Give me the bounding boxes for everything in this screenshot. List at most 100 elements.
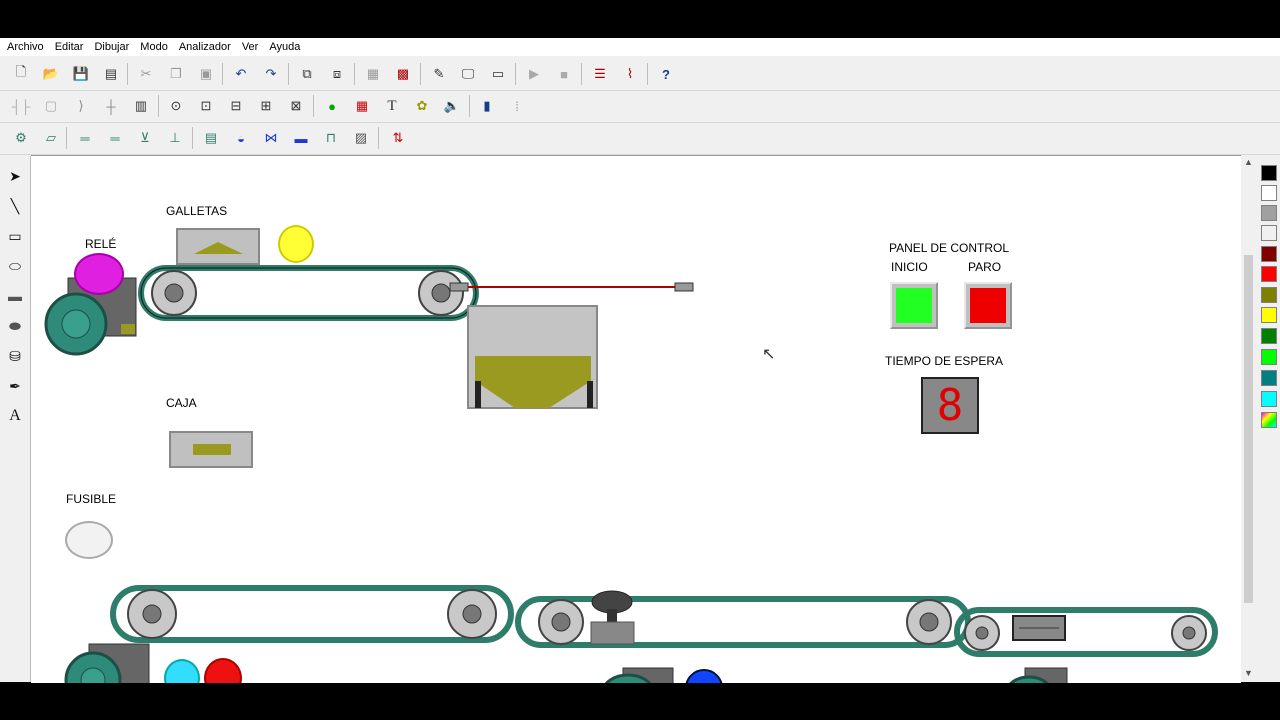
picker-tool-icon[interactable]: ✒ xyxy=(3,374,27,398)
cross-icon[interactable]: ┼ xyxy=(100,95,122,117)
grid-icon[interactable]: ▦ xyxy=(362,63,384,85)
sound-icon[interactable]: ✿ xyxy=(411,95,433,117)
menu-dibujar[interactable]: Dibujar xyxy=(90,41,133,53)
coil-icon[interactable]: ▢ xyxy=(40,95,62,117)
redo-icon[interactable]: ↷ xyxy=(260,63,282,85)
swatch-yellow[interactable] xyxy=(1261,307,1277,323)
clear-grid-icon[interactable]: ▩ xyxy=(392,63,414,85)
group-icon[interactable]: ⧉ xyxy=(296,63,318,85)
swatch-olive[interactable] xyxy=(1261,287,1277,303)
scroll-down-icon[interactable]: ▼ xyxy=(1244,668,1253,678)
menu-modo[interactable]: Modo xyxy=(136,41,172,53)
swatch-lime[interactable] xyxy=(1261,349,1277,365)
swatch-red[interactable] xyxy=(1261,266,1277,282)
belt2-icon[interactable]: ═ xyxy=(104,127,126,149)
gate-icon[interactable]: ⋈ xyxy=(260,127,282,149)
arc-icon[interactable]: ⟩ xyxy=(70,95,92,117)
motor-bottom-right[interactable] xyxy=(1007,667,1068,683)
swatch-cyan[interactable] xyxy=(1261,391,1277,407)
new-file-icon[interactable]: 🗋 xyxy=(10,63,32,85)
contact-icon[interactable]: ┤├ xyxy=(10,95,32,117)
menu-ver[interactable]: Ver xyxy=(238,41,263,53)
level-icon[interactable]: ▮ xyxy=(476,95,498,117)
save-icon[interactable]: 💾 xyxy=(70,63,92,85)
bucket-tool-icon[interactable]: ⛁ xyxy=(3,344,27,368)
text-icon[interactable]: T xyxy=(381,95,403,117)
cookie-hopper[interactable] xyxy=(467,305,598,409)
help-icon[interactable]: ? xyxy=(655,63,677,85)
rectangle-tool-icon[interactable]: ▭ xyxy=(3,224,27,248)
filled-rect-tool-icon[interactable]: ▬ xyxy=(3,284,27,308)
counter-icon[interactable]: ⊡ xyxy=(195,95,217,117)
play-icon[interactable]: ▶ xyxy=(523,63,545,85)
speaker-icon[interactable]: 🔈 xyxy=(441,95,463,117)
monitor-icon[interactable]: 🖵 xyxy=(457,63,479,85)
dots-icon[interactable]: ⁞ xyxy=(506,95,528,117)
swatch-black[interactable] xyxy=(1261,165,1277,181)
swatch-maroon[interactable] xyxy=(1261,246,1277,262)
inicio-button[interactable] xyxy=(890,282,938,329)
analyzer-icon[interactable]: ☰ xyxy=(589,63,611,85)
scale-icon[interactable]: ⊥ xyxy=(164,127,186,149)
caja-button[interactable] xyxy=(169,431,253,468)
ungroup-icon[interactable]: ⧈ xyxy=(326,63,348,85)
cut-icon[interactable]: ✂ xyxy=(135,63,157,85)
bottom-conveyor-middle[interactable] xyxy=(515,596,971,648)
menu-analizador[interactable]: Analizador xyxy=(175,41,235,53)
tank-icon[interactable]: ▤ xyxy=(200,127,222,149)
piston-icon[interactable]: ⊓ xyxy=(320,127,342,149)
design-canvas[interactable]: RELÉ GALLETAS CAJA FUSIBLE PANEL DE CONT… xyxy=(31,155,1241,683)
motor-bottom-left[interactable] xyxy=(64,643,150,683)
line-tool-icon[interactable]: ╲ xyxy=(3,194,27,218)
math-icon[interactable]: ⊠ xyxy=(285,95,307,117)
lamp-icon[interactable]: ● xyxy=(321,95,343,117)
print-icon[interactable]: ▤ xyxy=(100,63,122,85)
bottom-conveyor-left[interactable] xyxy=(110,585,514,643)
valve-icon[interactable]: ⊻ xyxy=(134,127,156,149)
paste-icon[interactable]: ▣ xyxy=(195,63,217,85)
graph-icon[interactable]: ⌇ xyxy=(619,63,641,85)
timer-icon[interactable]: ⊙ xyxy=(165,95,187,117)
scroll-thumb[interactable] xyxy=(1244,255,1253,603)
motor-bottom-middle[interactable] xyxy=(603,667,674,683)
arrow-tool-icon[interactable]: ➤ xyxy=(3,164,27,188)
swatch-lightgray[interactable] xyxy=(1261,225,1277,241)
scroll-up-icon[interactable]: ▲ xyxy=(1244,157,1253,167)
copy-icon[interactable]: ❐ xyxy=(165,63,187,85)
menu-editar[interactable]: Editar xyxy=(51,41,88,53)
sensor-icon[interactable]: ◒ xyxy=(230,127,252,149)
swatch-green[interactable] xyxy=(1261,328,1277,344)
filled-ellipse-tool-icon[interactable]: ⬬ xyxy=(3,314,27,338)
filler-valve[interactable] xyxy=(590,590,635,645)
vertical-scrollbar[interactable]: ▲ ▼ xyxy=(1241,155,1256,682)
undo-icon[interactable]: ↶ xyxy=(230,63,252,85)
motor-icon[interactable]: ⚙ xyxy=(10,127,32,149)
galletas-button[interactable] xyxy=(176,228,260,265)
menu-ayuda[interactable]: Ayuda xyxy=(265,41,304,53)
bottom-conveyor-right[interactable] xyxy=(954,607,1218,657)
grate-icon[interactable]: ▨ xyxy=(350,127,372,149)
window-icon[interactable]: ▭ xyxy=(487,63,509,85)
toolbar-separator xyxy=(127,63,128,85)
swatch-gray[interactable] xyxy=(1261,205,1277,221)
swatch-teal[interactable] xyxy=(1261,370,1277,386)
swatch-custom[interactable] xyxy=(1261,412,1277,428)
move-icon[interactable]: ⊞ xyxy=(255,95,277,117)
top-conveyor[interactable] xyxy=(138,265,479,321)
display-icon[interactable]: ▦ xyxy=(351,95,373,117)
pencil-icon[interactable]: ✎ xyxy=(428,63,450,85)
compare-icon[interactable]: ⊟ xyxy=(225,95,247,117)
menu-archivo[interactable]: Archivo xyxy=(3,41,48,53)
bar-icon[interactable]: ▬ xyxy=(290,127,312,149)
swatch-white[interactable] xyxy=(1261,185,1277,201)
conveyor-icon[interactable]: ▱ xyxy=(40,127,62,149)
belt-icon[interactable]: ═ xyxy=(74,127,96,149)
sensor-beam[interactable] xyxy=(449,282,694,292)
ellipse-tool-icon[interactable]: ⬭ xyxy=(3,254,27,278)
text-tool-icon[interactable]: A xyxy=(3,404,27,428)
paro-button[interactable] xyxy=(964,282,1012,329)
io-icon[interactable]: ⇅ xyxy=(387,127,409,149)
block-icon[interactable]: ▥ xyxy=(130,95,152,117)
open-folder-icon[interactable]: 📂 xyxy=(40,63,62,85)
stop-icon[interactable]: ■ xyxy=(553,63,575,85)
